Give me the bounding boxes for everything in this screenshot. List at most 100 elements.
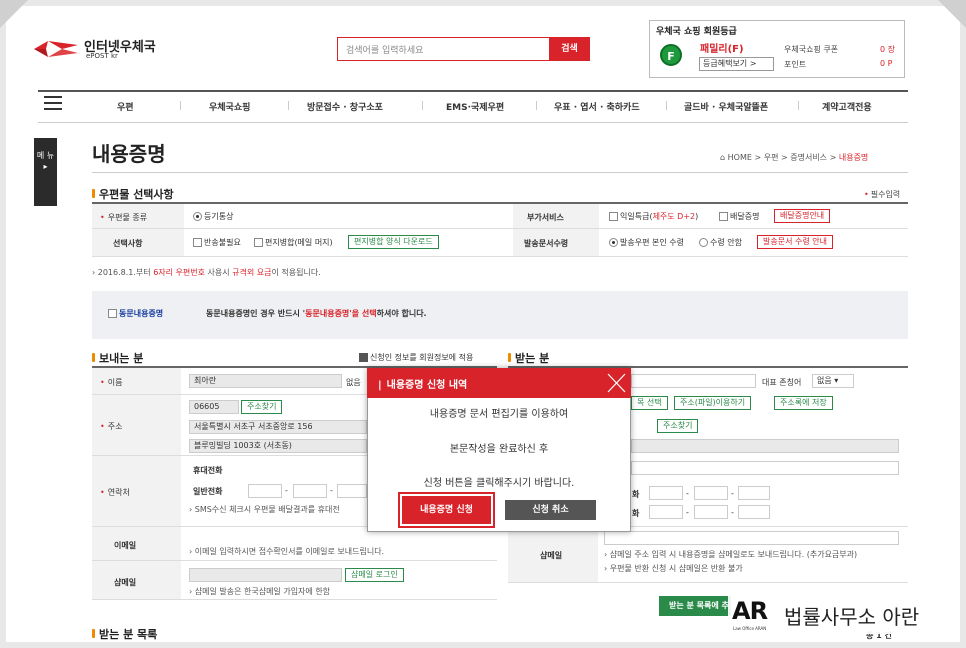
table-row-line bbox=[92, 228, 908, 229]
delivery-proof-checkbox[interactable]: 배달증명 bbox=[719, 211, 759, 222]
sms-note: › SMS수신 체크시 우편물 배달결과를 휴대전 bbox=[189, 505, 340, 514]
receiver-phone-part2[interactable] bbox=[694, 505, 728, 519]
nav-item-ems[interactable]: EMS·국제우편 bbox=[446, 100, 504, 113]
receiver-phone-part3[interactable] bbox=[738, 505, 770, 519]
receiver-samail-note2: › 우편물 반환 신청 시 샵메일은 반환 불가 bbox=[604, 564, 743, 573]
phone-part2-input[interactable] bbox=[293, 484, 327, 498]
mail-type-label: 우편물 종류 bbox=[100, 212, 147, 223]
coupon-value[interactable]: 0 장 bbox=[880, 44, 895, 55]
breadcrumb-post[interactable]: 우편 bbox=[764, 153, 779, 162]
nav-item-pickup[interactable]: 방문접수 · 창구소포 bbox=[307, 100, 383, 113]
phone-part1-input[interactable] bbox=[248, 484, 282, 498]
grade-benefit-button[interactable]: 등급혜택보기 > bbox=[699, 57, 774, 71]
rep-title-label: 대표 존칭어 bbox=[762, 378, 802, 387]
grade-badge-icon: F bbox=[660, 44, 682, 66]
receiver-samail-input[interactable] bbox=[604, 531, 899, 545]
dash: - bbox=[686, 489, 689, 498]
phone-label: 일반전화 bbox=[193, 487, 223, 496]
merge-checkbox[interactable]: 편지병합(메일 머지) bbox=[254, 237, 333, 248]
sender-zip-input[interactable]: 06605 bbox=[189, 400, 239, 414]
breadcrumb-cert[interactable]: 증명서비스 bbox=[790, 153, 827, 162]
receiver-addr-input[interactable] bbox=[631, 439, 899, 453]
same-content-checkbox[interactable]: 동문내용증명 bbox=[108, 308, 163, 319]
receiver-name-input[interactable] bbox=[631, 374, 756, 388]
mail-type-radio[interactable]: 등기통상 bbox=[193, 211, 233, 222]
address-file-button[interactable]: 주소(파일)이용하기 bbox=[674, 396, 752, 410]
sender-title: 보내는 분 bbox=[92, 350, 143, 366]
sender-name-label: 이름 bbox=[100, 377, 123, 388]
table-row-line bbox=[508, 582, 908, 583]
sender-addr1-input[interactable]: 서울특별시 서초구 서초중앙로 156 bbox=[189, 420, 367, 434]
nav-item-post[interactable]: 우편 bbox=[117, 100, 134, 113]
modal-title: 내용증명 신청 내역 bbox=[378, 376, 468, 391]
breadcrumb-home[interactable]: HOME bbox=[728, 153, 752, 162]
receiver-mobile-part1[interactable] bbox=[649, 486, 683, 500]
receive-self-radio[interactable]: 발송우편 본인 수령 bbox=[609, 237, 684, 248]
receiver-samail-note1: › 샵메일 주소 입력 시 내용증명을 샵메일로도 보내드립니다. (추가요금부… bbox=[604, 550, 858, 559]
email-note: › 이메일 입력하시면 접수확인서를 이메일로 보내드립니다. bbox=[189, 547, 385, 556]
point-label: 포인트 bbox=[784, 60, 807, 69]
dash: - bbox=[731, 489, 734, 498]
corner-fold bbox=[938, 0, 966, 28]
coupon-label: 우체국쇼핑 쿠폰 bbox=[784, 45, 839, 54]
table-row-line bbox=[92, 599, 497, 600]
cancel-apply-button[interactable]: 신청 취소 bbox=[505, 500, 596, 520]
close-icon[interactable] bbox=[602, 368, 631, 398]
point-value[interactable]: 0 P bbox=[880, 59, 892, 68]
table-row-line bbox=[92, 256, 908, 257]
nav-separator bbox=[422, 101, 423, 110]
nav-item-contract[interactable]: 계약고객전용 bbox=[822, 100, 872, 113]
epost-logo-icon[interactable] bbox=[34, 40, 78, 58]
sender-name-input[interactable]: 최아란 bbox=[189, 374, 342, 388]
nav-separator bbox=[180, 101, 181, 110]
nav-separator bbox=[536, 101, 537, 110]
sender-email-label: 이메일 bbox=[114, 541, 137, 550]
phone-part3-input[interactable] bbox=[337, 484, 367, 498]
receiver-mobile-part3[interactable] bbox=[738, 486, 770, 500]
th-cell bbox=[92, 561, 181, 599]
nav-item-goldbar[interactable]: 골드바 · 우체국알뜰폰 bbox=[684, 100, 768, 113]
receiver-samail-label: 샵메일 bbox=[540, 551, 563, 560]
receiver-mobile-part2[interactable] bbox=[694, 486, 728, 500]
breadcrumb: ⌂ HOME > 우편 > 증명서비스 > 내용증명 bbox=[720, 153, 869, 162]
merge-download-button[interactable]: 편지병합 양식 다운로드 bbox=[348, 235, 439, 249]
side-menu-tab[interactable]: 메 뉴 ▸ bbox=[34, 138, 57, 206]
page-title: 내용증명 bbox=[92, 142, 166, 166]
mail-options-title: 우편물 선택사항 bbox=[92, 186, 174, 202]
sender-addr2-input[interactable]: 블루밍빌딩 1003호 (서초동) bbox=[189, 439, 367, 453]
hamburger-menu-icon[interactable] bbox=[44, 96, 62, 112]
search-input[interactable]: 검색어를 입력하세요 bbox=[337, 37, 550, 61]
delivery-proof-guide-button[interactable]: 배달증명안내 bbox=[774, 209, 831, 223]
add-receiver-list-button[interactable]: 받는 분 목록에 추 bbox=[659, 596, 731, 616]
no-return-checkbox[interactable]: 반송불필요 bbox=[193, 237, 241, 248]
receive-guide-button[interactable]: 발송문서 수령 안내 bbox=[757, 235, 833, 249]
sender-address-label: 주소 bbox=[100, 421, 123, 432]
member-grade-name: 패밀리(F) bbox=[700, 44, 744, 55]
receiver-zip-search-button[interactable]: 주소찾기 bbox=[657, 419, 699, 433]
postcode-notice: › 2016.8.1.부터 6자리 우편번호 사용시 규격외 요금이 적용됩니다… bbox=[92, 268, 321, 277]
samail-note: › 샵메일 발송은 한국샵메일 가입자에 한함 bbox=[189, 587, 331, 596]
select-options-label: 선택사항 bbox=[113, 239, 143, 248]
receiver-mobile-label: 화 bbox=[632, 490, 640, 499]
save-address-button[interactable]: 주소록에 저장 bbox=[774, 396, 833, 410]
receive-none-radio[interactable]: 수령 안함 bbox=[699, 237, 742, 248]
rep-title-select[interactable]: 없음 ▾ bbox=[812, 374, 854, 388]
corner-fold bbox=[0, 0, 28, 28]
home-icon[interactable]: ⌂ bbox=[720, 153, 728, 162]
apply-content-cert-button[interactable]: 내용증명 신청 bbox=[398, 492, 495, 528]
receiver-phone-part1[interactable] bbox=[649, 505, 683, 519]
receiver-select-button[interactable]: 목 선택 bbox=[631, 396, 668, 410]
apply-member-info-checkbox[interactable]: 신청인 정보를 회원정보에 적용 bbox=[359, 352, 473, 363]
nav-item-shopping[interactable]: 우체국쇼핑 bbox=[209, 100, 250, 113]
nav-separator bbox=[288, 101, 289, 110]
sender-zip-search-button[interactable]: 주소찾기 bbox=[241, 400, 283, 414]
samail-login-button[interactable]: 샵메일 로그인 bbox=[345, 568, 404, 582]
receive-doc-label: 발송문서수령 bbox=[524, 239, 569, 248]
nav-item-stamps[interactable]: 우표 · 엽서 · 축하카드 bbox=[554, 100, 640, 113]
site-logo-sub: ePOST kr bbox=[86, 52, 118, 60]
sender-samail-input[interactable] bbox=[189, 568, 342, 582]
search-button[interactable]: 검색 bbox=[549, 37, 590, 61]
receiver-addr2-input[interactable] bbox=[631, 461, 899, 475]
next-day-checkbox[interactable]: 익일특급(제주도 D+2) bbox=[609, 211, 698, 222]
receiver-title: 받는 분 bbox=[508, 350, 549, 366]
